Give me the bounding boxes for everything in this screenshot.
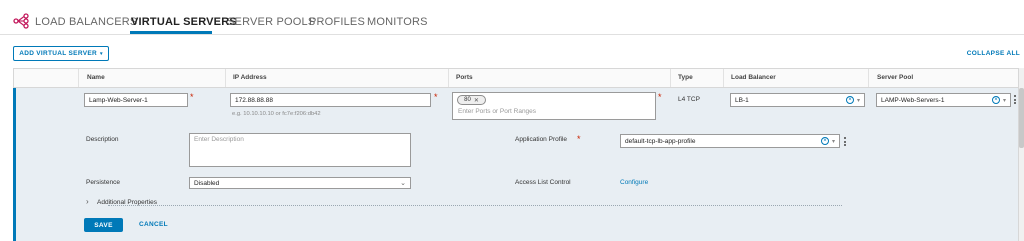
column-divider: [448, 69, 449, 87]
load-balancer-icon: [13, 13, 29, 29]
tab-load-balancers[interactable]: LOAD BALANCERS: [35, 16, 137, 28]
type-value: L4 TCP: [678, 96, 700, 103]
more-options-icon[interactable]: [843, 137, 846, 146]
application-profile-select[interactable]: default-tcp-lb-app-profile × ▾: [620, 134, 840, 148]
name-input[interactable]: Lamp-Web-Server-1: [84, 93, 188, 107]
required-marker: *: [577, 134, 581, 144]
remove-chip-icon[interactable]: ✕: [474, 97, 479, 104]
column-header-ports[interactable]: Ports: [456, 74, 473, 81]
load-balancer-select[interactable]: LB-1 × ▾: [730, 93, 865, 107]
application-profile-value: default-tcp-lb-app-profile: [625, 137, 696, 145]
tab-virtual-servers[interactable]: VIRTUAL SERVERS: [131, 16, 237, 28]
save-label: SAVE: [94, 221, 113, 229]
column-divider: [78, 69, 79, 87]
column-header-server-pool[interactable]: Server Pool: [877, 74, 913, 81]
column-divider: [868, 69, 869, 87]
clear-selection-icon[interactable]: ×: [845, 96, 854, 104]
tabs-divider: [0, 34, 1024, 35]
persistence-select[interactable]: Disabled ⌄: [189, 177, 411, 189]
column-header-name[interactable]: Name: [87, 74, 105, 81]
description-placeholder: Enter Description: [194, 136, 244, 143]
name-value: Lamp-Web-Server-1: [89, 96, 148, 104]
column-header-load-balancer[interactable]: Load Balancer: [731, 74, 776, 81]
ip-address-value: 172.88.88.88: [235, 96, 273, 104]
chevron-down-icon: ▾: [831, 138, 835, 145]
description-textarea[interactable]: Enter Description: [189, 133, 411, 167]
configure-link[interactable]: Configure: [620, 179, 648, 186]
more-options-icon[interactable]: [1013, 95, 1016, 104]
row-selected-indicator: [13, 88, 16, 241]
scrollbar-thumb[interactable]: [1019, 88, 1024, 148]
add-virtual-server-button[interactable]: ADD VIRTUAL SERVER ▾: [13, 46, 109, 61]
ip-address-input[interactable]: 172.88.88.88: [230, 93, 431, 107]
ip-address-hint: e.g. 10.10.10.10 or fc7e:f206:db42: [232, 111, 321, 117]
chevron-down-icon: ▾: [1002, 97, 1006, 104]
section-divider: [108, 205, 842, 206]
add-virtual-server-label: ADD VIRTUAL SERVER: [19, 50, 97, 57]
server-pool-select[interactable]: LAMP-Web-Servers-1 × ▾: [876, 93, 1011, 107]
description-label: Description: [86, 136, 119, 143]
required-marker: *: [658, 92, 662, 102]
port-chip[interactable]: 80 ✕: [457, 95, 486, 105]
column-divider: [225, 69, 226, 87]
chevron-right-icon[interactable]: ›: [86, 197, 89, 206]
ports-placeholder: Enter Ports or Port Ranges: [458, 108, 537, 115]
column-divider: [670, 69, 671, 87]
required-marker: *: [190, 92, 194, 102]
clear-selection-icon[interactable]: ×: [820, 137, 829, 145]
port-chip-label: 80: [464, 97, 471, 103]
chevron-down-icon: ▾: [99, 50, 103, 57]
application-profile-label: Application Profile: [515, 136, 568, 143]
required-marker: *: [434, 92, 438, 102]
tab-server-pools[interactable]: SERVER POOLS: [227, 16, 315, 28]
collapse-all-link[interactable]: COLLAPSE ALL: [967, 50, 1020, 57]
chevron-down-icon: ⌄: [400, 180, 406, 187]
cancel-button[interactable]: CANCEL: [139, 221, 168, 228]
chevron-down-icon: ▾: [856, 97, 860, 104]
save-button[interactable]: SAVE: [84, 218, 123, 232]
load-balancer-value: LB-1: [735, 96, 749, 104]
access-list-label: Access List Control: [515, 179, 571, 186]
server-pool-value: LAMP-Web-Servers-1: [881, 96, 945, 104]
persistence-label: Persistence: [86, 179, 120, 186]
clear-selection-icon[interactable]: ×: [991, 96, 1000, 104]
column-header-ip[interactable]: IP Address: [233, 74, 267, 81]
column-header-type[interactable]: Type: [678, 74, 693, 81]
tab-monitors[interactable]: MONITORS: [367, 16, 428, 28]
persistence-value: Disabled: [194, 179, 220, 187]
tab-profiles[interactable]: PROFILES: [309, 16, 365, 28]
column-divider: [723, 69, 724, 87]
